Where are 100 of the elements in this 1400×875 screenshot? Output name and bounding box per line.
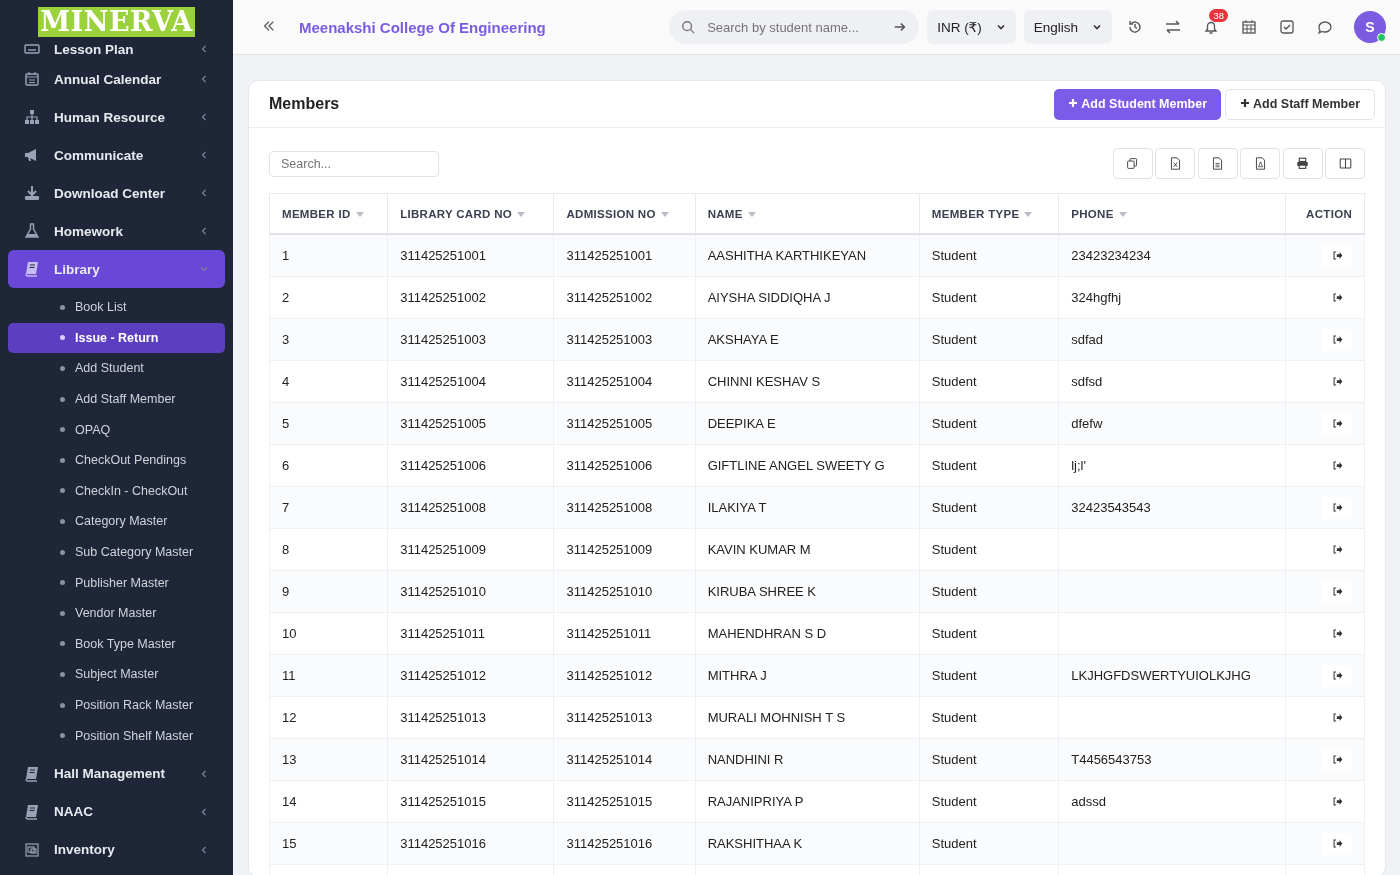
calendar-icon [24,71,40,87]
table-cell: 311425251002 [566,290,653,305]
college-name: Meenakshi College Of Engineering [299,18,547,36]
table-cell: Student [931,416,977,431]
table-cell: Student [931,500,977,515]
sign-out-icon[interactable] [1322,748,1352,771]
table-cell: sdfsd [1071,374,1103,389]
sidebar-item[interactable]: Communicate [8,136,225,174]
table-search-field[interactable]: Search... [269,150,439,177]
sign-out-icon[interactable] [1322,580,1352,603]
table-cell: 311425251016 [400,836,486,851]
book-icon [24,765,40,782]
table-cell: lj;l' [1071,458,1086,473]
submenu-item[interactable]: Subject Master [8,659,225,690]
submenu-item[interactable]: Issue - Return [8,322,225,354]
sidebar-item[interactable]: Download Center [8,174,225,212]
sign-out-icon[interactable] [1322,664,1352,687]
sidebar-item[interactable]: NAAC [8,792,225,831]
sign-out-icon[interactable] [1322,412,1352,435]
table-cell: 324hgfhj [1071,290,1122,305]
table-cell: 311425251012 [400,668,486,683]
table-cell: AIYSHA SIDDIQHA J [707,290,831,305]
sign-out-icon[interactable] [1322,832,1352,855]
submenu-item[interactable]: Category Master [8,506,225,537]
table-cell: 311425251011 [566,626,652,641]
print-icon[interactable] [1282,148,1323,179]
caret-icon [1092,22,1102,32]
chevron-icon [199,150,209,160]
submenu-item[interactable]: Add Student [8,353,225,384]
table-cell: 311425251001 [566,248,653,263]
table-cell: 311425251006 [566,458,653,473]
table-cell: 13 [282,752,297,767]
table-cell: Student [931,836,977,851]
submenu-item[interactable]: Book Type Master [8,628,225,660]
table-cell: 15 [282,836,297,851]
table-cell: 311425251003 [400,332,486,347]
submenu-item[interactable]: OPAQ [8,414,225,445]
pdf-file-icon[interactable] [1240,148,1280,179]
table-cell: dfefw [1071,416,1103,431]
language-dropdown[interactable]: English [1023,10,1112,44]
sidebar-item[interactable]: Human Resource [8,98,225,136]
chevron-icon [199,44,209,54]
columns-icon[interactable] [1325,148,1365,179]
table-cell: 311425251013 [566,710,653,725]
submenu-item[interactable]: CheckOut Pendings [8,444,225,476]
table-cell: 311425251014 [566,752,653,767]
plus-icon [1240,98,1251,108]
search-icon [681,20,696,34]
table-cell: 32423543543 [1071,500,1151,515]
user-avatar[interactable]: S [1354,11,1386,43]
sign-out-icon[interactable] [1322,328,1352,351]
submenu-item[interactable]: Book List [8,292,225,323]
table-cell: 311425251014 [400,752,486,767]
book-icon [24,261,40,277]
logo: MINERVA [38,7,195,37]
table-cell: 5 [282,416,290,431]
sidebar-item[interactable]: Homework [8,212,225,250]
sidebar-item[interactable]: Library [8,250,225,288]
table-cell: Student [931,542,977,557]
table-cell: AASHITHA KARTHIKEYAN [707,248,867,263]
submenu-item[interactable]: Vendor Master [8,597,225,629]
table-cell: 311425251016 [566,836,653,851]
submenu-item[interactable]: Add Staff Member [8,383,225,415]
sign-out-icon[interactable] [1322,496,1352,519]
caret-icon [995,22,1006,32]
table-cell: 4 [282,374,290,389]
submenu-item[interactable]: CheckIn - CheckOut [8,475,225,507]
table-cell: 2 [282,290,290,305]
table-cell: 311425251008 [566,500,653,515]
table-cell: MITHRA J [707,668,767,683]
sidebar-item[interactable]: Hall Management [8,754,225,793]
submenu-item[interactable]: Position Rack Master [8,689,225,721]
submenu-item[interactable]: Publisher Master [8,567,225,598]
notifications-button[interactable]: 38 [1196,12,1226,42]
table-cell: 311425251011 [400,626,486,641]
table-cell: KAVIN KUMAR M [707,542,811,557]
submenu-item[interactable]: Sub Category Master [8,536,225,568]
copy-icon[interactable] [1112,148,1153,179]
search-field[interactable]: Search by student name... [705,18,884,36]
sitemap-icon [24,109,40,125]
submenu-item[interactable]: Position Shelf Master [8,720,225,751]
sidebar-item[interactable]: Inventory [8,830,225,869]
add-member-button[interactable]: Add Student Member [1054,88,1222,120]
table-cell: Student [931,626,977,641]
sign-out-icon[interactable] [1322,244,1352,267]
table-cell: 311425251010 [566,584,653,599]
sidebar-item[interactable]: Annual Calendar [8,60,225,98]
add-member-button[interactable]: Add Staff Member [1225,88,1375,120]
sidebar-item[interactable]: Lesson Plan [8,38,225,60]
download-icon [24,185,40,201]
excel-file-icon[interactable] [1155,148,1195,179]
search-bar[interactable]: Search by student name... [669,10,920,44]
table-cell: adssd [1071,794,1106,809]
currency-dropdown[interactable]: INR (₹) [927,10,1016,44]
chevron-icon [199,264,209,274]
table-cell: 311425251015 [400,794,486,809]
table-cell: 311425251008 [400,500,486,515]
card-title: Members [269,95,341,113]
file-icon[interactable] [1197,148,1238,179]
arrow-right-icon[interactable] [893,20,908,34]
